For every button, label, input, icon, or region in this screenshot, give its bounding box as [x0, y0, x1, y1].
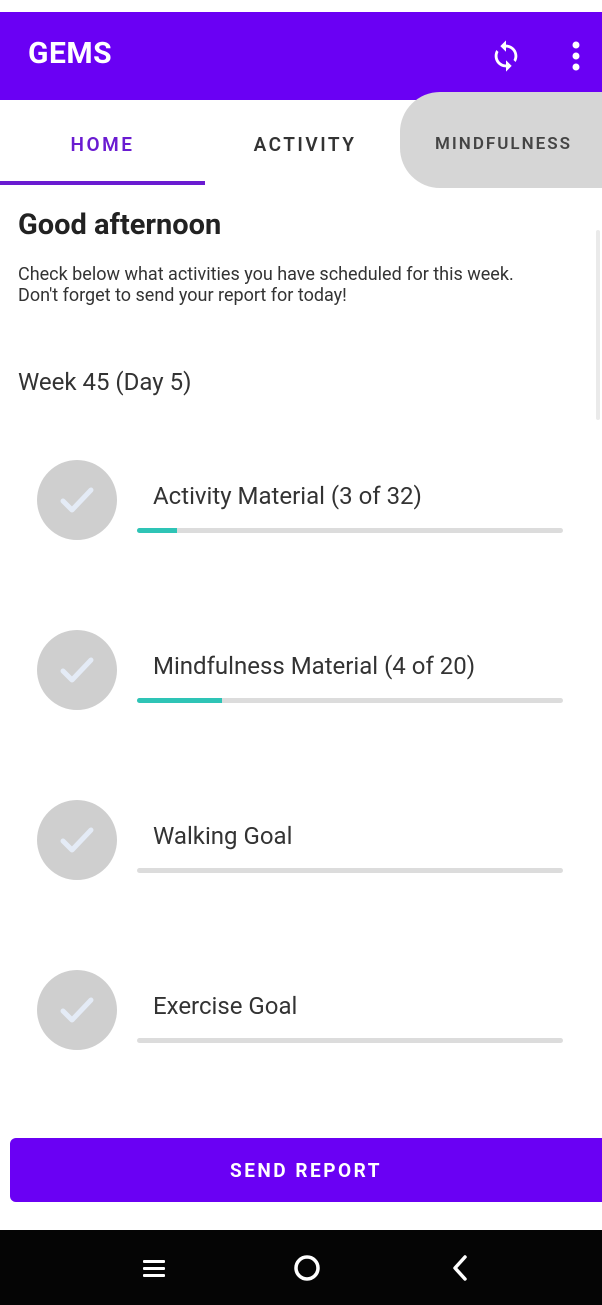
tab-activity-label: ACTIVITY — [253, 132, 357, 156]
check-circle-icon[interactable] — [37, 970, 117, 1050]
tab-activity[interactable]: ACTIVITY — [205, 100, 405, 188]
status-bar-area — [0, 0, 602, 12]
progress-track — [137, 528, 563, 533]
tab-home-label: HOME — [70, 132, 135, 156]
home-description: Check below what activities you have sch… — [18, 264, 578, 306]
task-item[interactable]: Walking Goal — [0, 800, 602, 890]
task-item[interactable]: Mindfulness Material (4 of 20) — [0, 630, 602, 720]
check-circle-icon[interactable] — [37, 630, 117, 710]
home-circle-icon[interactable] — [277, 1238, 337, 1298]
task-item[interactable]: Activity Material (3 of 32) — [0, 460, 602, 550]
check-circle-icon[interactable] — [37, 800, 117, 880]
week-indicator: Week 45 (Day 5) — [18, 368, 192, 396]
recents-icon[interactable] — [124, 1238, 184, 1298]
task-item[interactable]: Exercise Goal — [0, 970, 602, 1060]
description-line: Check below what activities you have sch… — [18, 264, 514, 285]
tab-bar: HOME ACTIVITY MINDFULNESS — [0, 92, 602, 188]
tab-home[interactable]: HOME — [0, 100, 205, 188]
progress-track — [137, 868, 563, 873]
task-label: Exercise Goal — [153, 992, 298, 1020]
tab-mindfulness[interactable]: MINDFULNESS — [400, 92, 602, 188]
progress-fill — [137, 528, 178, 533]
check-circle-icon[interactable] — [37, 460, 117, 540]
task-label: Mindfulness Material (4 of 20) — [153, 652, 476, 680]
scrollbar[interactable] — [596, 230, 600, 420]
progress-track — [137, 698, 563, 703]
progress-track — [137, 1038, 563, 1043]
back-icon[interactable] — [430, 1238, 490, 1298]
app-title: GEMS — [28, 36, 113, 71]
app-bar: GEMS — [0, 12, 602, 100]
system-nav-bar — [0, 1230, 602, 1305]
more-vertical-icon[interactable] — [560, 34, 592, 78]
description-line: Don't forget to send your report for tod… — [18, 285, 347, 306]
greeting-heading: Good afternoon — [18, 208, 222, 242]
tab-mindfulness-label: MINDFULNESS — [435, 134, 572, 154]
send-report-button[interactable]: SEND REPORT — [10, 1138, 602, 1202]
progress-fill — [137, 698, 223, 703]
tab-indicator — [0, 181, 205, 185]
sync-icon[interactable] — [484, 34, 528, 78]
task-label: Activity Material (3 of 32) — [153, 482, 422, 510]
task-label: Walking Goal — [153, 822, 293, 850]
